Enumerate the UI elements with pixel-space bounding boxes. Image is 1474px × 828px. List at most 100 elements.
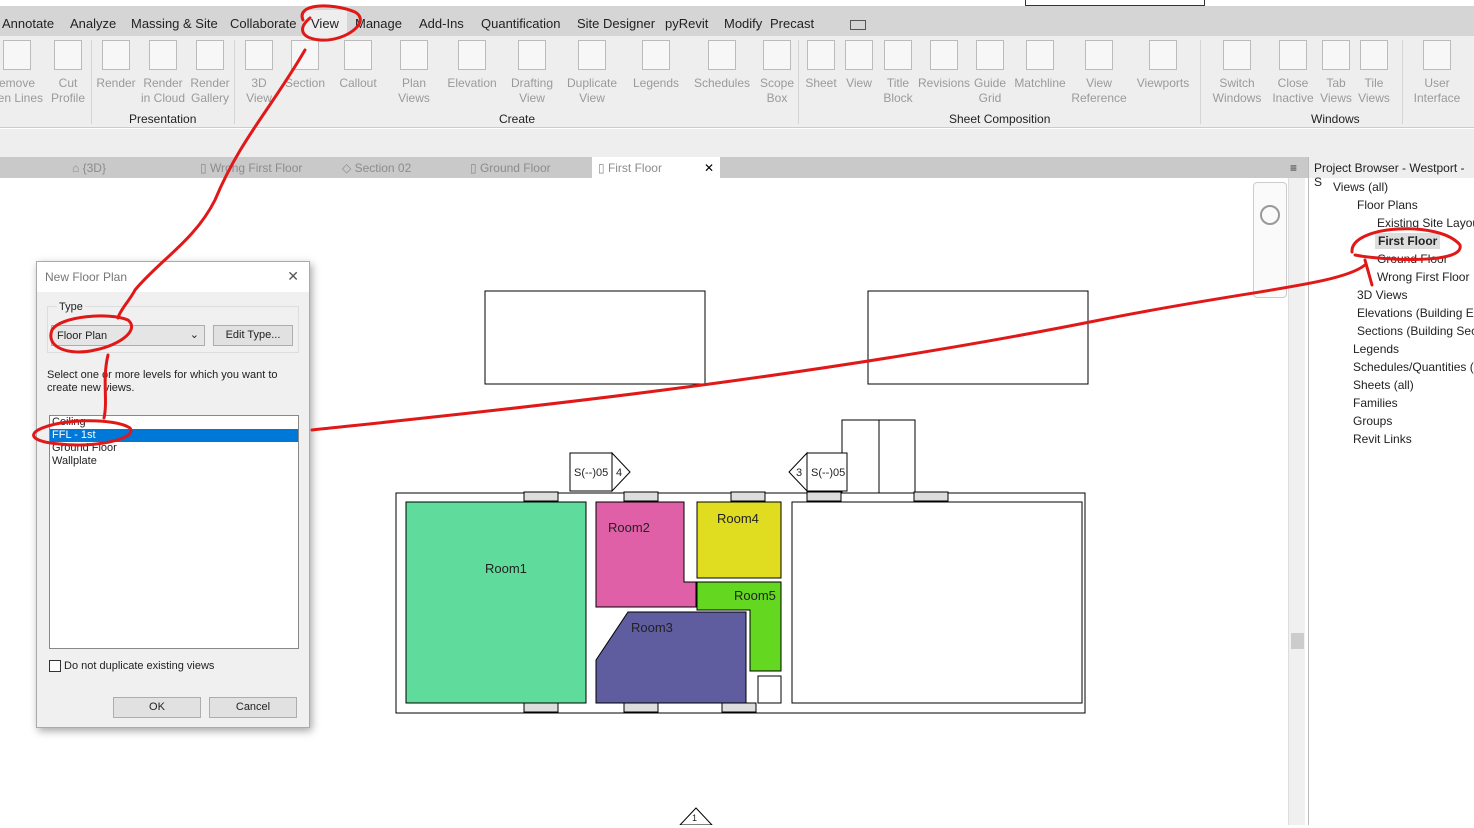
view-tab-wrong-first-floor[interactable]: ▯ Wrong First Floor [200,161,302,175]
vertical-scrollbar[interactable] [1288,178,1305,825]
ribbon-button-label: View [519,91,545,105]
tab-manage[interactable]: Manage [355,16,402,31]
chevron-down-icon: ⌄ [189,329,199,341]
tree-3d-views[interactable]: 3D Views [1357,288,1407,302]
dialog-close-icon[interactable]: ✕ [287,268,299,285]
view-tab-section-02[interactable]: ◇ Section 02 [342,161,411,175]
view-tab-first-floor[interactable]: ▯ First Floor ✕ [592,157,720,178]
ribbon-button[interactable]: Plan Views [384,40,444,106]
ribbon-button[interactable]: Tile Views [1344,40,1404,106]
ribbon-button-icon [3,40,31,70]
levels-list[interactable]: Ceiling FFL - 1st Ground Floor Wallplate [49,415,299,649]
ribbon-button-label: View [1086,76,1112,90]
tab-precast[interactable]: Precast [770,16,814,31]
tab-pyrevit[interactable]: pyRevit [665,16,708,31]
ribbon-button-label: Section [284,76,326,90]
ok-button[interactable]: OK [113,697,201,718]
steering-wheel-icon[interactable] [1260,205,1280,225]
ribbon-button[interactable]: Elevation [442,40,502,91]
tree-views-all[interactable]: Views (all) [1333,180,1388,194]
view-tab-label: First Floor [607,161,662,175]
section-tag-text: S(--)05 [574,467,609,479]
ribbon-button-icon [930,40,958,70]
ribbon-button[interactable]: Matchline [1010,40,1070,91]
ribbon-button[interactable]: Drafting View [502,40,562,106]
tree-families[interactable]: Families [1353,396,1398,410]
tree-legends[interactable]: Legends [1353,342,1399,356]
ribbon-button[interactable]: Callout [328,40,388,91]
tab-modify[interactable]: Modify [724,16,762,31]
project-browser: Project Browser - Westport - S Views (al… [1308,157,1474,825]
close-tab-icon[interactable]: ✕ [704,161,714,175]
tab-annotate[interactable]: Annotate [2,16,54,31]
room-label: Room1 [485,561,527,576]
ribbon-button-icon [578,40,606,70]
edit-type-button[interactable]: Edit Type... [213,325,293,346]
tree-schedules[interactable]: Schedules/Quantities (a [1353,360,1474,374]
tree-existing-site-layout[interactable]: Existing Site Layout [1377,216,1474,230]
tabs-menu-icon[interactable]: ≡ [1290,161,1297,175]
ribbon-button-icon [1149,40,1177,70]
ribbon-button-icon [1279,40,1307,70]
ribbon-button[interactable]: User Interface [1407,40,1467,106]
ribbon-button-icon [149,40,177,70]
section-tag-text: S(--)05 [811,467,846,479]
level-item[interactable]: Wallplate [50,455,298,468]
tab-collaborate[interactable]: Collaborate [230,16,297,31]
tree-sections[interactable]: Sections (Building Sec [1357,324,1474,338]
level-item[interactable]: Ceiling [50,416,298,429]
tab-add-ins[interactable]: Add-Ins [419,16,464,31]
ribbon-button[interactable]: Viewports [1133,40,1193,91]
ribbon-button-icon [291,40,319,70]
ribbon-button[interactable]: Legends [626,40,686,91]
dialog-title: New Floor Plan [45,270,128,284]
tree-first-floor[interactable]: First Floor [1375,233,1441,249]
ribbon-button-label: Views [398,91,430,105]
ribbon-minimize-icon[interactable] [850,20,866,30]
ribbon-button[interactable]: Duplicate View [562,40,622,106]
ribbon-button-icon [1360,40,1388,70]
ribbon-button-label: Matchline [1014,76,1066,90]
room1[interactable] [405,501,587,704]
tree-groups[interactable]: Groups [1353,414,1392,428]
room2[interactable] [595,501,697,608]
cancel-button[interactable]: Cancel [209,697,297,718]
level-item-selected[interactable]: FFL - 1st [50,429,298,442]
tab-site-designer[interactable]: Site Designer [577,16,655,31]
tab-massing-site[interactable]: Massing & Site [131,16,218,31]
type-select[interactable]: Floor Plan ⌄ [51,325,205,346]
ribbon-button[interactable]: View Reference [1069,40,1129,106]
do-not-duplicate-checkbox[interactable] [49,660,61,672]
tree-ground-floor[interactable]: Ground Floor [1377,252,1448,266]
tree-floor-plans[interactable]: Floor Plans [1357,198,1418,212]
instructions-text: Select one or more levels for which you … [47,369,278,394]
tab-quantification[interactable]: Quantification [481,16,561,31]
tab-analyze[interactable]: Analyze [70,16,116,31]
navigation-bar[interactable] [1253,182,1287,298]
ribbon-button-label: Elevation [447,76,497,90]
tree-elevations[interactable]: Elevations (Building El [1357,306,1474,320]
ribbon-button-icon [642,40,670,70]
tree-wrong-first-floor[interactable]: Wrong First Floor [1377,270,1469,284]
view-tabs: ⌂ {3D} ▯ Wrong First Floor ◇ Section 02 … [0,157,1308,178]
ribbon-button-icon [1223,40,1251,70]
tab-view[interactable]: View [303,10,347,36]
ribbon-button-icon [708,40,736,70]
ribbon-button[interactable]: Switch Windows [1207,40,1267,106]
furniture-box [484,290,706,385]
view-tab-3d[interactable]: ⌂ {3D} [72,161,106,175]
view-tab-ground-floor[interactable]: ▯ Ground Floor [470,161,551,175]
furniture-box [867,290,1089,385]
tree-revit-links[interactable]: Revit Links [1353,432,1412,446]
ribbon-button-icon [976,40,1004,70]
ribbon-button-icon [344,40,372,70]
empty-room [791,501,1083,704]
ribbon-button[interactable]: Section [275,40,335,91]
ribbon-button-icon [763,40,791,70]
ribbon-button-label: Windows [1212,91,1262,105]
ribbon-button-label: Switch [1219,76,1255,90]
ribbon-button[interactable]: Schedules [692,40,752,91]
ribbon-button-label: Profile [50,91,85,105]
tree-sheets[interactable]: Sheets (all) [1353,378,1414,392]
level-item[interactable]: Ground Floor [50,442,298,455]
